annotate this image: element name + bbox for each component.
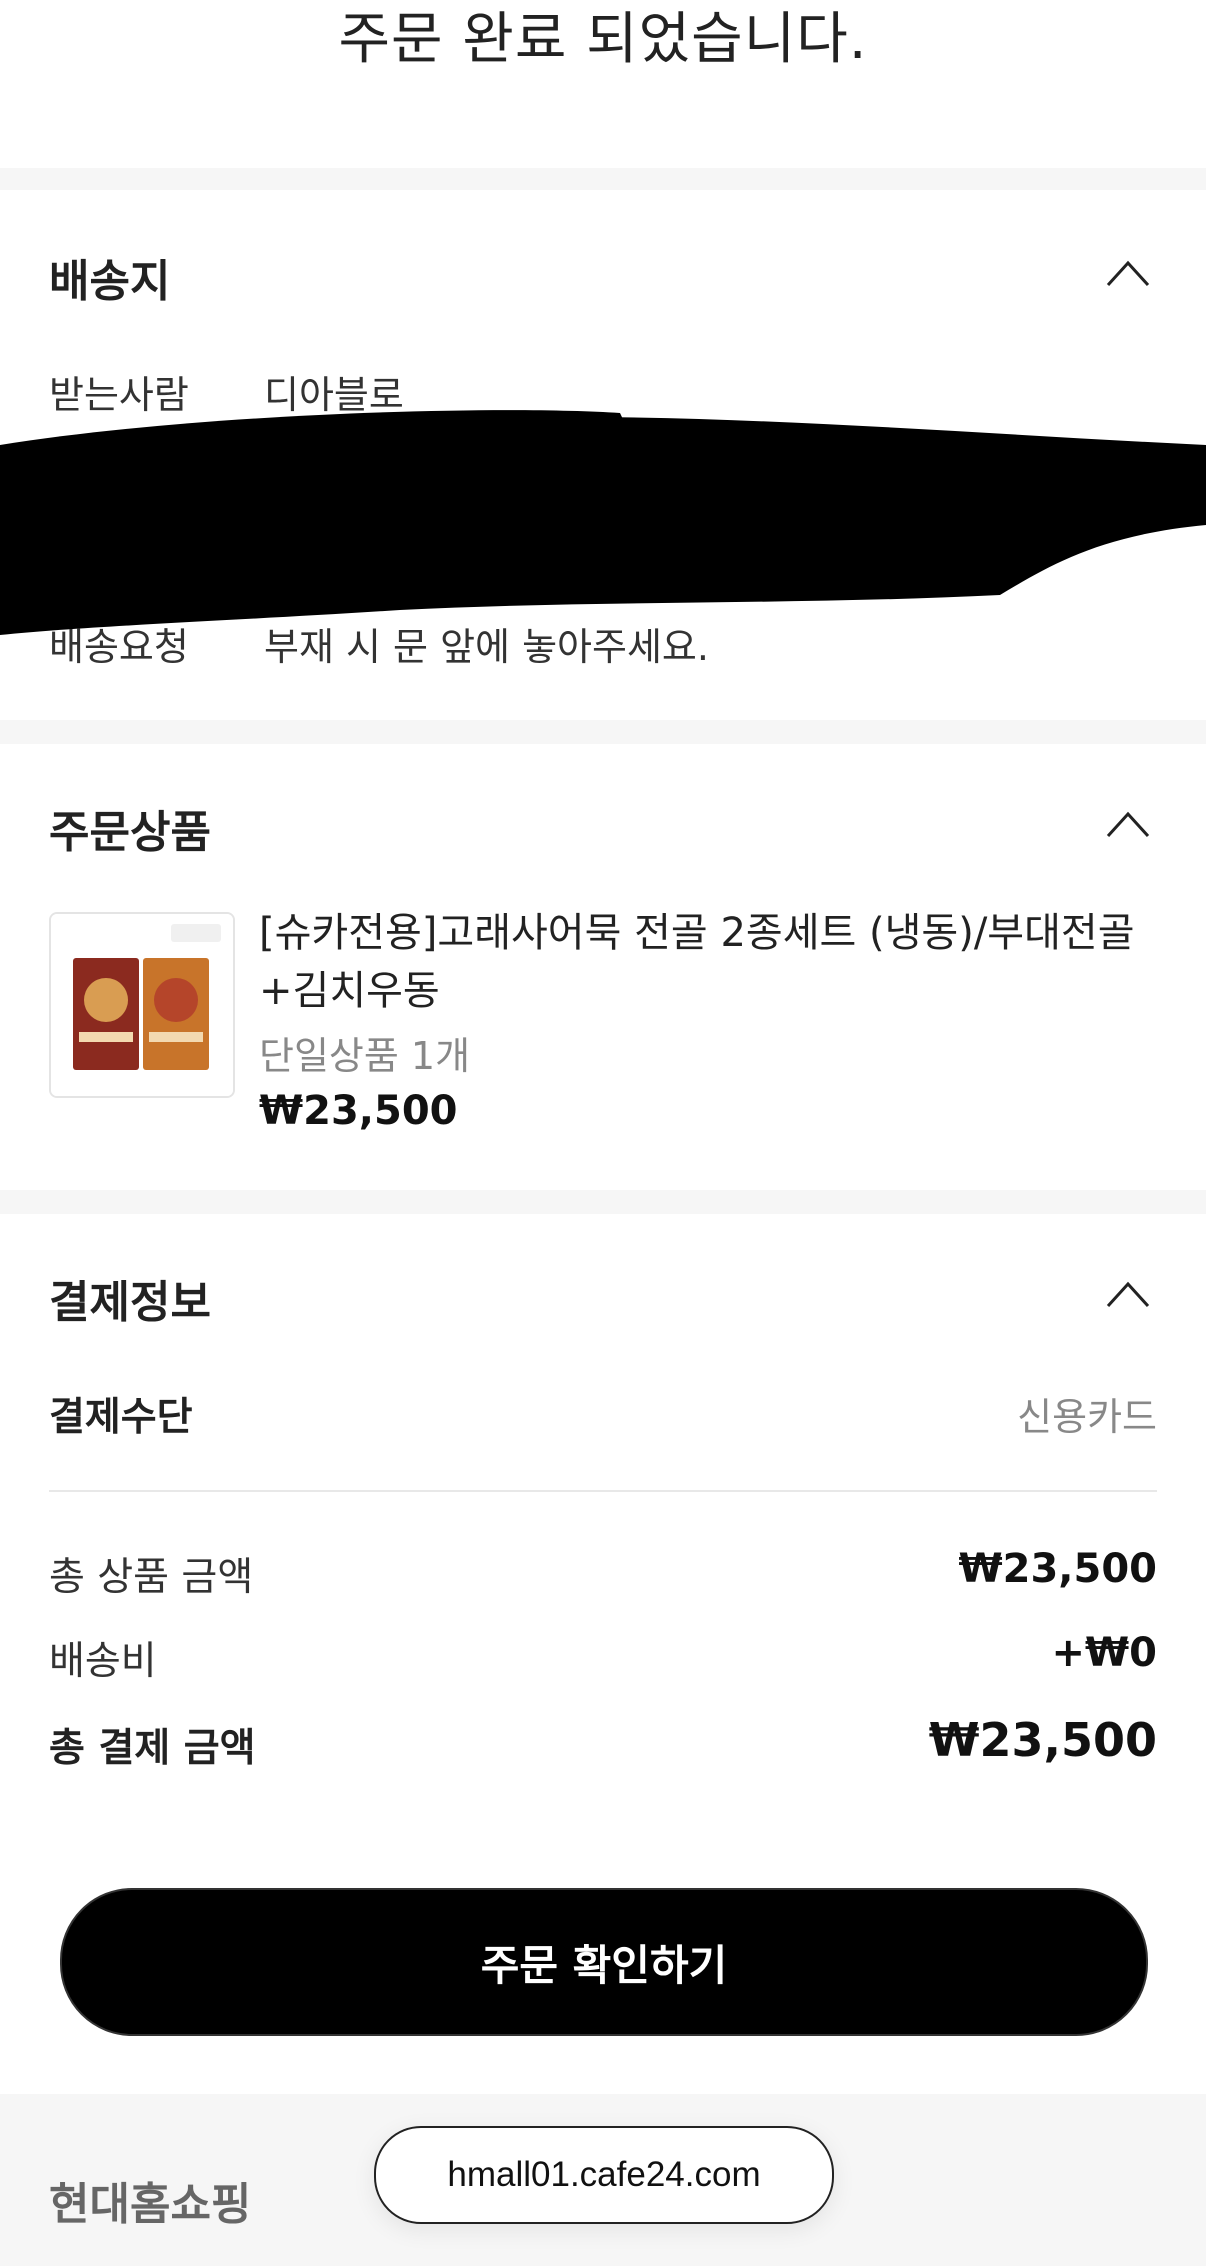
browser-url-bar[interactable]: hmall01.cafe24.com xyxy=(374,2126,834,2224)
section-divider xyxy=(0,1190,1206,1214)
subtotal-label: 총 상품 금액 xyxy=(49,1555,254,1600)
delivery-request-label: 배송요청 xyxy=(49,625,189,669)
recipient-label: 받는사람 xyxy=(49,373,189,417)
confirm-order-label: 주문 확인하기 xyxy=(480,1940,728,1990)
payment-method-label: 결제수단 xyxy=(49,1395,193,1440)
footer-brand[interactable]: 현대홈쇼핑 xyxy=(49,2168,251,2232)
product-name[interactable]: [슈카전용]고래사어묵 전골 2종세트 (냉동)/부대전골 +김치우동 xyxy=(259,904,1159,1020)
chevron-up-icon[interactable] xyxy=(1106,810,1150,838)
section-divider xyxy=(0,168,1206,190)
subtotal-value: ₩23,500 xyxy=(958,1546,1157,1592)
shipping-fee-label: 배송비 xyxy=(49,1639,157,1684)
chevron-up-icon[interactable] xyxy=(1106,1280,1150,1308)
products-section-title: 주문상품 xyxy=(49,807,211,858)
delivery-request-value: 부재 시 문 앞에 놓아주세요. xyxy=(264,625,709,669)
total-value: ₩23,500 xyxy=(928,1713,1157,1767)
shipping-section-title: 배송지 xyxy=(49,256,171,307)
redaction-mark xyxy=(0,410,1206,635)
product-price: ₩23,500 xyxy=(259,1088,458,1134)
payment-method-value: 신용카드 xyxy=(1017,1395,1157,1439)
payment-divider xyxy=(49,1490,1157,1492)
payment-section-title: 결제정보 xyxy=(49,1277,211,1328)
recipient-value: 디아블로 xyxy=(264,373,404,417)
section-divider xyxy=(0,720,1206,744)
browser-url-text: hmall01.cafe24.com xyxy=(447,2155,761,2194)
chevron-up-icon[interactable] xyxy=(1106,259,1150,287)
confirm-order-button[interactable]: 주문 확인하기 xyxy=(60,1888,1148,2036)
product-option: 단일상품 1개 xyxy=(259,1034,471,1078)
page-title: 주문 완료 되었습니다. xyxy=(338,7,868,72)
shipping-fee-value: +₩0 xyxy=(1051,1630,1157,1676)
total-label: 총 결제 금액 xyxy=(49,1726,256,1771)
product-thumbnail[interactable] xyxy=(49,912,235,1098)
